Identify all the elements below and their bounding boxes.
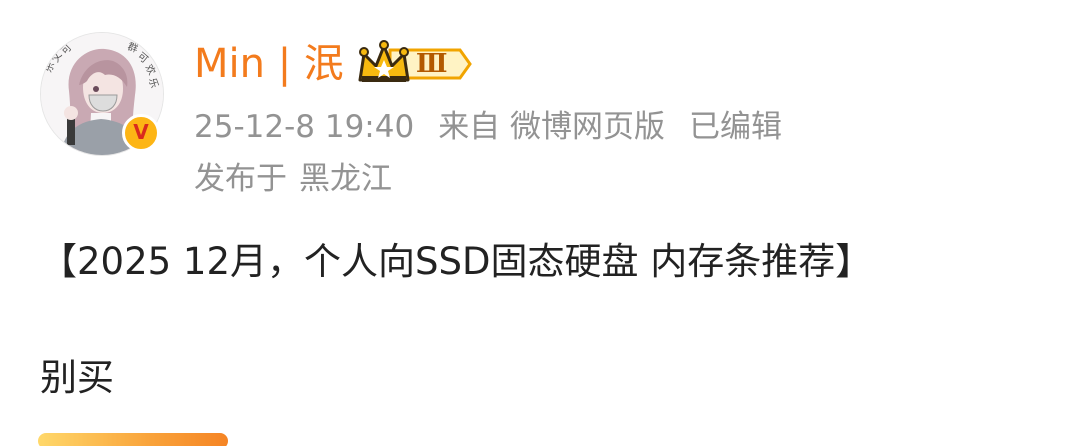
weibo-post-card: 乐 父 可 群 可 欢 乐 V Min | 泯 Ⅲ 25-12-8 19:40 … [0,0,1080,446]
post-timestamp[interactable]: 25-12-8 19:40 [194,109,414,145]
verified-badge-icon: V [122,114,160,152]
crown-icon [358,40,472,82]
location-place: 黑龙江 [299,161,392,197]
post-location: 发布于 黑龙江 [194,156,392,202]
verified-mark: V [133,120,149,144]
author-name[interactable]: Min | 泯 [194,34,344,94]
location-prefix: 发布于 [194,161,287,197]
edited-indicator[interactable]: 已编辑 [689,109,782,145]
author-avatar-wrap[interactable]: 乐 父 可 群 可 欢 乐 V [40,32,164,156]
bottom-highlight-bar [38,433,228,446]
post-source: 来自 微博网页版 [438,109,666,145]
vip-crown-badge[interactable]: Ⅲ [356,40,474,88]
author-name-row: Min | 泯 Ⅲ [194,34,474,94]
post-meta: 25-12-8 19:40 来自 微博网页版 已编辑 [194,104,782,150]
vip-level: Ⅲ [415,49,448,79]
post-title: 【2025 12月，个人向SSD固态硬盘 内存条推荐】 [40,240,873,283]
post-body: 别买 [40,356,114,399]
